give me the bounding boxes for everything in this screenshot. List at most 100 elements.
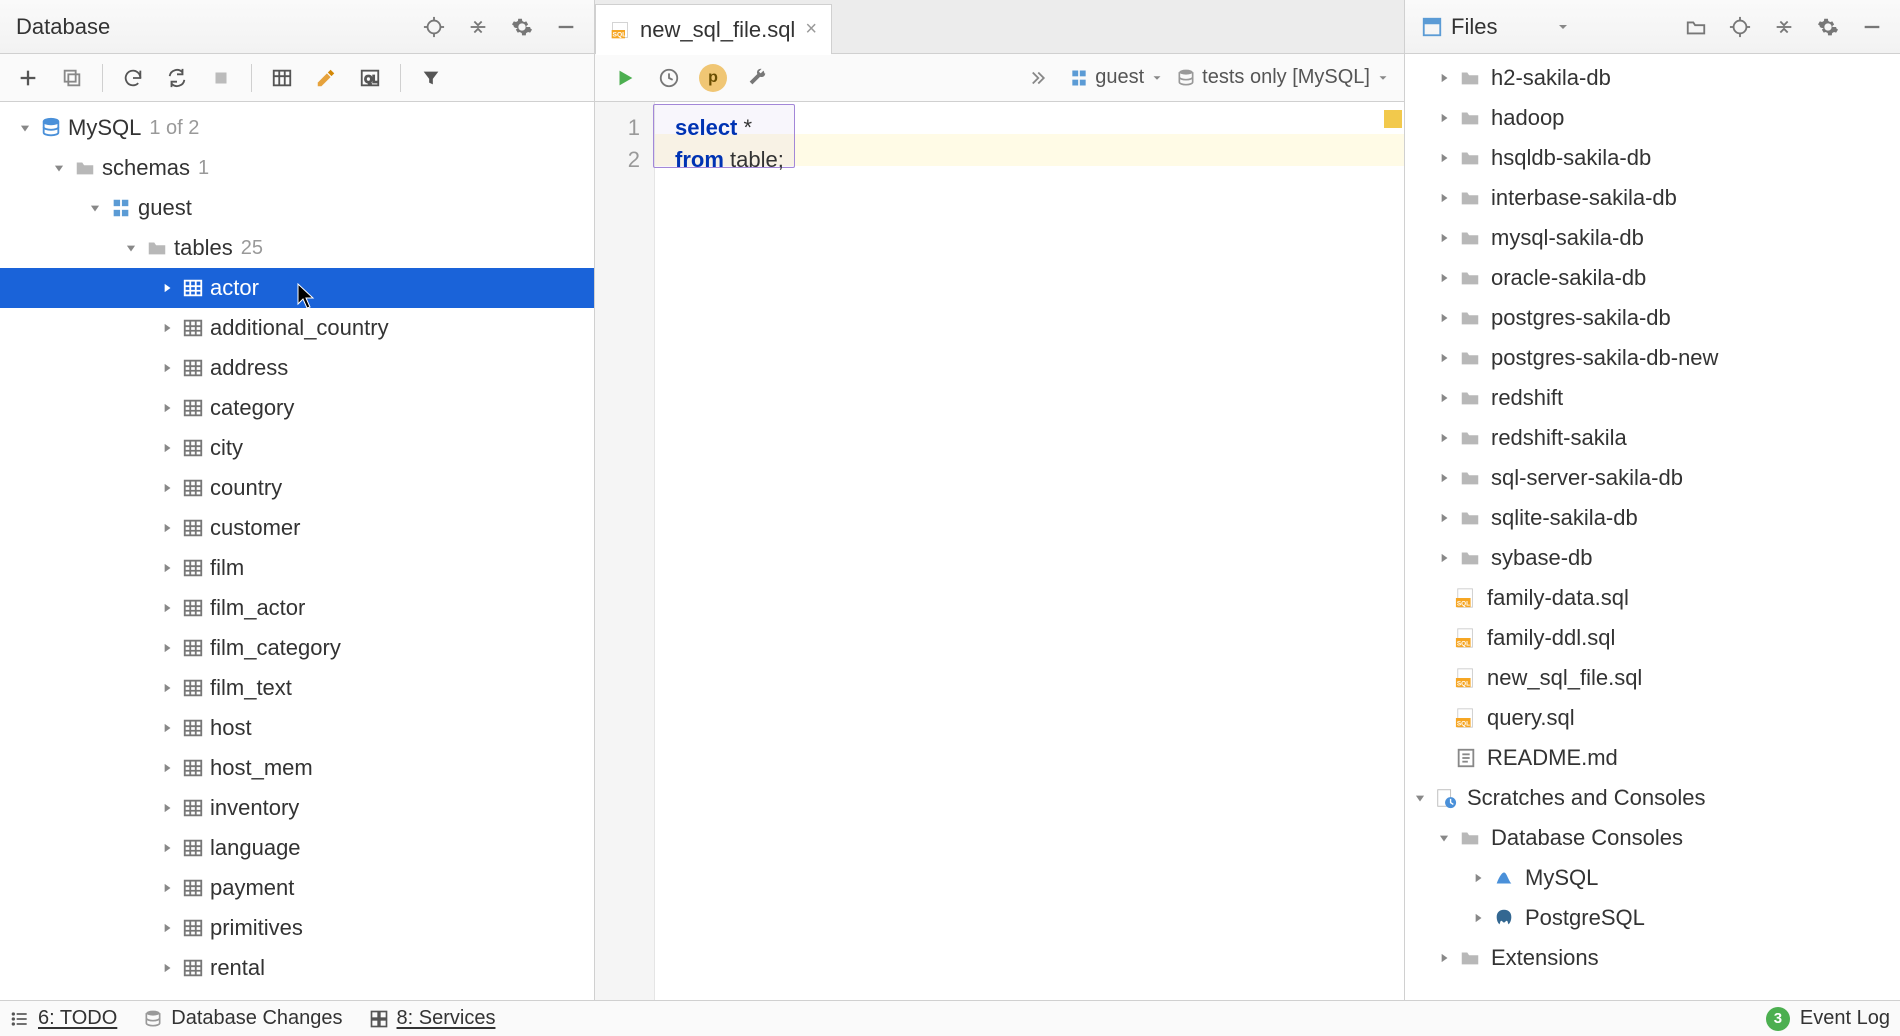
status-dbchanges[interactable]: Database Changes [143, 1007, 342, 1030]
datasource-selector[interactable]: tests only [MySQL] [1170, 62, 1396, 93]
folder-redshift-sakila[interactable]: redshift-sakila [1405, 418, 1900, 458]
console-icon[interactable]: QL [350, 58, 390, 98]
svg-text:SQL: SQL [1457, 600, 1470, 607]
status-services[interactable]: 8: Services [369, 1007, 496, 1030]
extensions-node[interactable]: Extensions [1405, 938, 1900, 978]
datasource-name: tests only [MySQL] [1202, 66, 1370, 89]
tree-table-primitives[interactable]: primitives [0, 908, 594, 948]
refresh-icon[interactable] [113, 58, 153, 98]
more-icon[interactable] [1021, 58, 1061, 98]
minimize-icon[interactable] [1852, 7, 1892, 47]
history-icon[interactable] [649, 58, 689, 98]
project-icon [1421, 16, 1443, 38]
tab-filename: new_sql_file.sql [640, 17, 795, 43]
p-badge[interactable]: p [693, 58, 733, 98]
copy-icon[interactable] [52, 58, 92, 98]
database-tree[interactable]: MySQL1 of 2schemas1guesttables25actoradd… [0, 102, 594, 1000]
table-icon[interactable] [262, 58, 302, 98]
status-eventlog[interactable]: Event Log [1800, 1007, 1890, 1030]
services-icon [369, 1009, 389, 1029]
tree-tables-folder[interactable]: tables25 [0, 228, 594, 268]
folder-sql-server-sakila-db[interactable]: sql-server-sakila-db [1405, 458, 1900, 498]
code-editor[interactable]: 12 select *from table; [595, 102, 1404, 1000]
console-mysql[interactable]: MySQL [1405, 858, 1900, 898]
folder-hadoop[interactable]: hadoop [1405, 98, 1900, 138]
folder-hsqldb-sakila-db[interactable]: hsqldb-sakila-db [1405, 138, 1900, 178]
file-README.md[interactable]: README.md [1405, 738, 1900, 778]
stop-icon[interactable] [201, 58, 241, 98]
gear-icon[interactable] [1808, 7, 1848, 47]
file-new_sql_file.sql[interactable]: SQLnew_sql_file.sql [1405, 658, 1900, 698]
svg-text:SQL: SQL [1457, 640, 1470, 647]
folder-interbase-sakila-db[interactable]: interbase-sakila-db [1405, 178, 1900, 218]
sync-icon[interactable] [157, 58, 197, 98]
console-postgresql[interactable]: PostgreSQL [1405, 898, 1900, 938]
tree-table-country[interactable]: country [0, 468, 594, 508]
tree-table-film_actor[interactable]: film_actor [0, 588, 594, 628]
target-icon[interactable] [1720, 7, 1760, 47]
panel-title: Files [1451, 14, 1545, 40]
tree-table-category[interactable]: category [0, 388, 594, 428]
tree-table-actor[interactable]: actor [0, 268, 594, 308]
run-icon[interactable] [605, 58, 645, 98]
tree-table-host[interactable]: host [0, 708, 594, 748]
gear-icon[interactable] [502, 7, 542, 47]
collapse-icon[interactable] [458, 7, 498, 47]
tree-table-film_text[interactable]: film_text [0, 668, 594, 708]
files-panel: Files h2-sakila-dbhadoophsqldb-sakila-db… [1405, 0, 1900, 1000]
event-count-badge: 3 [1766, 1007, 1790, 1031]
schema-name: guest [1095, 66, 1144, 89]
folder-redshift[interactable]: redshift [1405, 378, 1900, 418]
tree-schemas[interactable]: schemas1 [0, 148, 594, 188]
folder-oracle-sakila-db[interactable]: oracle-sakila-db [1405, 258, 1900, 298]
tree-table-film_category[interactable]: film_category [0, 628, 594, 668]
folder-postgres-sakila-db-new[interactable]: postgres-sakila-db-new [1405, 338, 1900, 378]
folder-sqlite-sakila-db[interactable]: sqlite-sakila-db [1405, 498, 1900, 538]
folder-h2-sakila-db[interactable]: h2-sakila-db [1405, 58, 1900, 98]
editor-toolbar: p guest tests only [MySQL] [595, 54, 1404, 102]
minimize-icon[interactable] [546, 7, 586, 47]
database-icon [143, 1009, 163, 1029]
file-query.sql[interactable]: SQLquery.sql [1405, 698, 1900, 738]
file-family-ddl.sql[interactable]: SQLfamily-ddl.sql [1405, 618, 1900, 658]
tree-table-payment[interactable]: payment [0, 868, 594, 908]
file-family-data.sql[interactable]: SQLfamily-data.sql [1405, 578, 1900, 618]
tree-table-host_mem[interactable]: host_mem [0, 748, 594, 788]
editor-tab[interactable]: SQL new_sql_file.sql × [595, 4, 832, 54]
schema-selector[interactable]: guest [1063, 62, 1170, 93]
tree-datasource[interactable]: MySQL1 of 2 [0, 108, 594, 148]
filter-icon[interactable] [411, 58, 451, 98]
list-icon [10, 1009, 30, 1029]
folder-postgres-sakila-db[interactable]: postgres-sakila-db [1405, 298, 1900, 338]
target-icon[interactable] [414, 7, 454, 47]
tree-table-rental[interactable]: rental [0, 948, 594, 988]
tree-table-address[interactable]: address [0, 348, 594, 388]
schema-icon [1069, 68, 1089, 88]
close-tab-icon[interactable]: × [805, 18, 817, 41]
edit-icon[interactable] [306, 58, 346, 98]
chevron-down-icon [1150, 71, 1164, 85]
scratches-node[interactable]: Scratches and Consoles [1405, 778, 1900, 818]
status-todo[interactable]: 6: TODO [10, 1007, 117, 1030]
tree-table-inventory[interactable]: inventory [0, 788, 594, 828]
tree-table-language[interactable]: language [0, 828, 594, 868]
folder-mysql-sakila-db[interactable]: mysql-sakila-db [1405, 218, 1900, 258]
chevron-down-icon [1376, 71, 1390, 85]
db-consoles-node[interactable]: Database Consoles [1405, 818, 1900, 858]
files-tree[interactable]: h2-sakila-dbhadoophsqldb-sakila-dbinterb… [1405, 54, 1900, 1000]
collapse-icon[interactable] [1764, 7, 1804, 47]
tree-table-city[interactable]: city [0, 428, 594, 468]
folder-sybase-db[interactable]: sybase-db [1405, 538, 1900, 578]
chevron-down-icon[interactable] [1555, 19, 1571, 35]
tree-table-additional_country[interactable]: additional_country [0, 308, 594, 348]
open-icon[interactable] [1676, 7, 1716, 47]
code-area[interactable]: select *from table; [655, 102, 1404, 1000]
tree-table-customer[interactable]: customer [0, 508, 594, 548]
svg-text:SQL: SQL [613, 31, 627, 38]
add-icon[interactable] [8, 58, 48, 98]
sql-file-icon: SQL [610, 20, 630, 40]
wrench-icon[interactable] [737, 58, 777, 98]
tree-schema-guest[interactable]: guest [0, 188, 594, 228]
editor-area: SQL new_sql_file.sql × p guest tests onl… [595, 0, 1405, 1000]
tree-table-film[interactable]: film [0, 548, 594, 588]
